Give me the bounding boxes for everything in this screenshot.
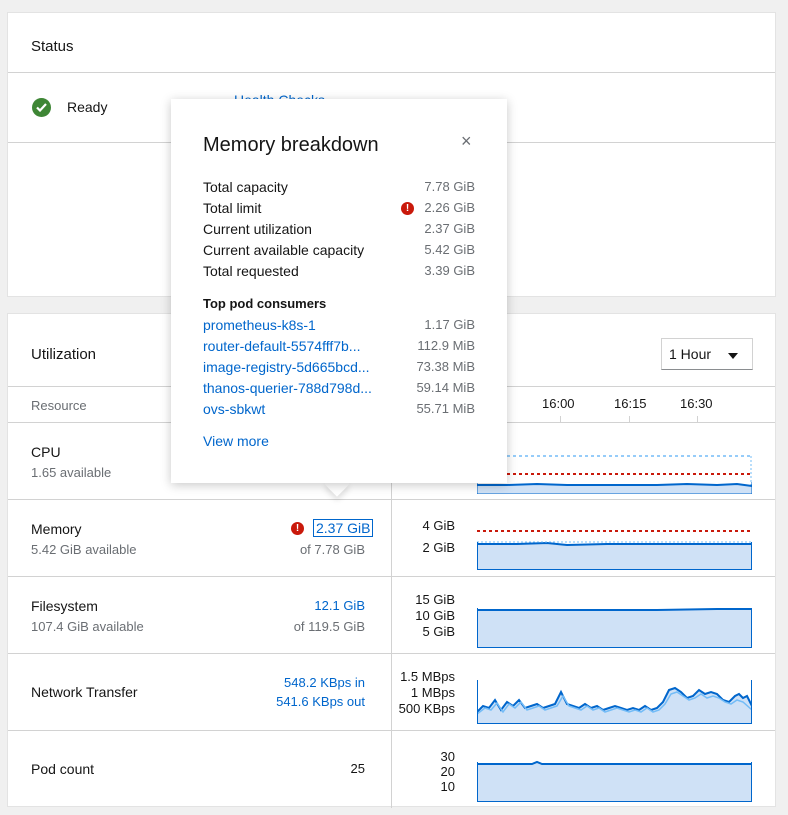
breakdown-label: Current available capacity bbox=[203, 242, 365, 258]
close-icon[interactable]: × bbox=[461, 131, 472, 152]
filesystem-chart[interactable] bbox=[477, 596, 752, 648]
divider bbox=[8, 576, 775, 577]
divider bbox=[8, 499, 775, 500]
cpu-title: CPU bbox=[31, 444, 61, 460]
caret-down-icon bbox=[728, 353, 738, 359]
breakdown-label: Total capacity bbox=[203, 179, 288, 195]
exclamation-circle-icon: ! bbox=[401, 202, 414, 215]
breakdown-value: 2.26 GiB bbox=[424, 200, 475, 215]
pod-count-title: Pod count bbox=[31, 761, 95, 777]
breakdown-row: Total limit ! 2.26 GiB bbox=[203, 200, 475, 216]
exclamation-circle-icon: ! bbox=[291, 522, 304, 535]
time-tick-label: 16:15 bbox=[614, 396, 647, 411]
consumer-value: 59.14 MiB bbox=[416, 380, 475, 395]
top-pod-consumers-title: Top pod consumers bbox=[203, 296, 327, 311]
filesystem-title: Filesystem bbox=[31, 598, 98, 614]
breakdown-value: 7.78 GiB bbox=[424, 179, 475, 194]
breakdown-row: Total capacity 7.78 GiB bbox=[203, 179, 475, 195]
popover-title: Memory breakdown bbox=[203, 134, 379, 156]
filesystem-capacity: of 119.5 GiB bbox=[293, 619, 365, 634]
view-more-link[interactable]: View more bbox=[203, 433, 269, 449]
pod-count-chart[interactable] bbox=[477, 746, 752, 802]
resource-header: Resource bbox=[31, 398, 87, 413]
memory-axis-label: 4 GiB bbox=[422, 518, 455, 533]
consumer-value: 112.9 MiB bbox=[417, 338, 475, 353]
divider bbox=[8, 653, 775, 654]
breakdown-value: 2.37 GiB bbox=[424, 221, 475, 236]
pod-axis-label: 20 bbox=[440, 764, 455, 779]
consumer-link[interactable]: image-registry-5d665bcd... bbox=[203, 359, 370, 375]
consumer-value: 1.17 GiB bbox=[424, 317, 475, 332]
consumer-row: router-default-5574fff7b... 112.9 MiB bbox=[203, 338, 475, 354]
cpu-chart[interactable] bbox=[477, 442, 752, 494]
network-title: Network Transfer bbox=[31, 684, 138, 700]
breakdown-label: Current utilization bbox=[203, 221, 312, 237]
breakdown-label: Total requested bbox=[203, 263, 299, 279]
time-range-value: 1 Hour bbox=[669, 346, 712, 362]
consumer-link[interactable]: router-default-5574fff7b... bbox=[203, 338, 360, 354]
filesystem-available: 107.4 GiB available bbox=[31, 619, 144, 634]
breakdown-row: Current utilization 2.37 GiB bbox=[203, 221, 475, 237]
memory-available: 5.42 GiB available bbox=[31, 542, 137, 557]
pod-count-value: 25 bbox=[350, 761, 365, 776]
memory-axis-label: 2 GiB bbox=[422, 540, 455, 555]
time-tick-label: 16:30 bbox=[680, 396, 713, 411]
network-in-link[interactable]: 548.2 KBps in bbox=[284, 675, 365, 690]
utilization-title: Utilization bbox=[31, 346, 97, 363]
status-title: Status bbox=[31, 38, 74, 55]
memory-chart[interactable] bbox=[477, 520, 752, 570]
pod-axis-label: 30 bbox=[440, 749, 455, 764]
breakdown-row: Total requested 3.39 GiB bbox=[203, 263, 475, 279]
consumer-row: prometheus-k8s-1 1.17 GiB bbox=[203, 317, 475, 333]
ready-label: Ready bbox=[67, 99, 108, 115]
memory-breakdown-popover: Memory breakdown × Total capacity 7.78 G… bbox=[171, 99, 507, 483]
network-axis-label: 500 KBps bbox=[398, 701, 455, 716]
time-range-dropdown[interactable]: 1 Hour bbox=[661, 338, 753, 370]
pod-axis-label: 10 bbox=[440, 779, 455, 794]
consumer-value: 55.71 MiB bbox=[416, 401, 475, 416]
filesystem-axis-label: 15 GiB bbox=[415, 592, 455, 607]
consumer-row: ovs-sbkwt 55.71 MiB bbox=[203, 401, 475, 417]
filesystem-axis-label: 10 GiB bbox=[415, 608, 455, 623]
network-axis-label: 1.5 MBps bbox=[400, 669, 455, 684]
consumer-row: image-registry-5d665bcd... 73.38 MiB bbox=[203, 359, 475, 375]
consumer-row: thanos-querier-788d798d... 59.14 MiB bbox=[203, 380, 475, 396]
filesystem-value-link[interactable]: 12.1 GiB bbox=[314, 598, 365, 613]
consumer-link[interactable]: ovs-sbkwt bbox=[203, 401, 265, 417]
network-axis-label: 1 MBps bbox=[410, 685, 455, 700]
consumer-link[interactable]: thanos-querier-788d798d... bbox=[203, 380, 372, 396]
breakdown-value: 5.42 GiB bbox=[424, 242, 475, 257]
consumer-link[interactable]: prometheus-k8s-1 bbox=[203, 317, 316, 333]
memory-title: Memory bbox=[31, 521, 82, 537]
divider bbox=[8, 72, 775, 73]
filesystem-axis-label: 5 GiB bbox=[422, 624, 455, 639]
check-circle-icon bbox=[32, 98, 51, 117]
cpu-available: 1.65 available bbox=[31, 465, 112, 480]
time-tick-label: 16:00 bbox=[542, 396, 575, 411]
breakdown-value: 3.39 GiB bbox=[424, 263, 475, 278]
divider bbox=[8, 730, 775, 731]
consumer-value: 73.38 MiB bbox=[416, 359, 475, 374]
breakdown-label: Total limit bbox=[203, 200, 262, 216]
network-chart[interactable] bbox=[477, 670, 752, 724]
network-out-link[interactable]: 541.6 KBps out bbox=[276, 694, 365, 709]
memory-value-link[interactable]: 2.37 GiB bbox=[313, 519, 374, 537]
memory-capacity: of 7.78 GiB bbox=[299, 542, 365, 557]
breakdown-row: Current available capacity 5.42 GiB bbox=[203, 242, 475, 258]
